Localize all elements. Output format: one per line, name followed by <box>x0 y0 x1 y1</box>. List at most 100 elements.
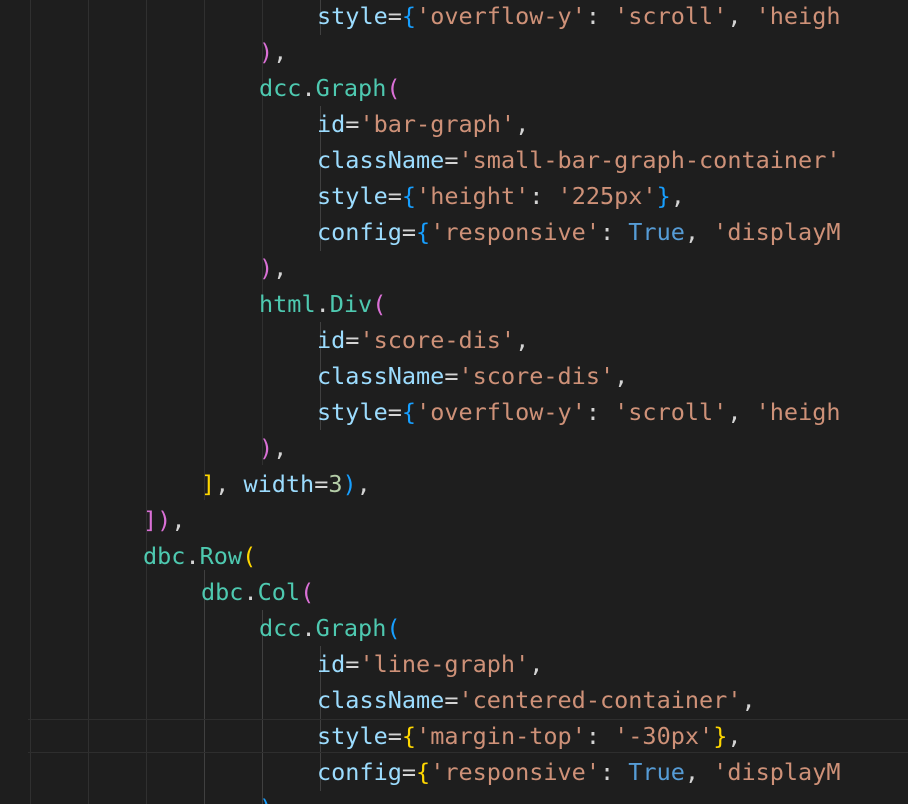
code-token: Col <box>257 578 301 606</box>
code-token: 'centered-container' <box>458 686 742 714</box>
code-token: id <box>317 650 346 678</box>
code-token: style <box>317 182 388 210</box>
code-token: 'heigh <box>755 2 841 30</box>
code-line[interactable]: className='centered-container', <box>317 682 756 718</box>
code-token: = <box>387 2 402 30</box>
code-token: html <box>259 290 316 318</box>
indent-guide <box>88 0 89 804</box>
code-line[interactable]: html.Div( <box>259 286 386 322</box>
code-token: = <box>387 182 402 210</box>
code-token: dbc <box>143 542 186 570</box>
code-token: : <box>529 182 558 210</box>
code-token: = <box>345 650 360 678</box>
code-token: className <box>317 686 445 714</box>
code-line[interactable]: style={'overflow-y': 'scroll', 'heigh <box>317 0 841 34</box>
code-token: ) <box>259 254 274 282</box>
code-token: ( <box>242 542 257 570</box>
indent-guide <box>204 0 205 500</box>
code-token: Graph <box>315 614 387 642</box>
code-token: config <box>317 218 402 246</box>
code-token: = <box>387 722 402 750</box>
code-line[interactable]: style={'overflow-y': 'scroll', 'heigh <box>317 394 841 430</box>
code-token: ( <box>386 614 401 642</box>
code-token: = <box>387 398 402 426</box>
code-line[interactable]: id='line-graph', <box>317 646 543 682</box>
code-token: 'score-dis' <box>458 362 615 390</box>
code-token: , <box>515 326 530 354</box>
code-token: 'bar-graph' <box>359 110 516 138</box>
code-line[interactable]: dcc.Graph( <box>259 610 401 646</box>
code-editor[interactable]: style={'overflow-y': 'scroll', 'heigh), d… <box>0 0 908 804</box>
code-token: , <box>727 722 742 750</box>
code-token: , <box>614 362 629 390</box>
code-token: . <box>243 578 258 606</box>
code-line[interactable]: ), <box>259 34 287 70</box>
code-token: , <box>273 434 288 462</box>
code-line[interactable]: config={'responsive': True, 'displayM <box>317 214 841 250</box>
code-token: 'scroll' <box>614 398 728 426</box>
code-line[interactable]: dcc.Graph( <box>259 70 401 106</box>
code-line[interactable]: className='small-bar-graph-container' <box>317 142 841 178</box>
code-token: ) <box>259 434 274 462</box>
code-token: dcc <box>259 614 302 642</box>
code-token: width <box>243 470 315 498</box>
code-token: 'responsive' <box>430 758 600 786</box>
code-token: , <box>273 38 288 66</box>
code-token: True <box>628 218 685 246</box>
code-line[interactable]: className='score-dis', <box>317 358 628 394</box>
code-token: ( <box>300 578 315 606</box>
code-token: . <box>185 542 200 570</box>
code-line[interactable]: ], width=3), <box>201 466 371 502</box>
code-token: , <box>684 758 714 786</box>
code-token: , <box>273 254 288 282</box>
code-line[interactable]: ) <box>259 790 273 804</box>
code-line[interactable]: style={'height': '225px'}, <box>317 178 685 214</box>
code-token: 'responsive' <box>430 218 600 246</box>
code-token: ] <box>201 470 216 498</box>
code-line[interactable]: dbc.Row( <box>143 538 256 574</box>
code-token: id <box>317 110 346 138</box>
indent-guide <box>30 0 31 804</box>
code-token: , <box>727 2 756 30</box>
code-token: , <box>727 398 756 426</box>
code-token: 'small-bar-graph-container' <box>458 146 841 174</box>
code-token: style <box>317 722 388 750</box>
code-token: ) <box>259 794 273 804</box>
code-line[interactable]: ), <box>259 430 287 466</box>
code-token: = <box>345 110 360 138</box>
code-token: , <box>670 182 685 210</box>
code-token: 'heigh <box>755 398 841 426</box>
code-token: , <box>356 470 371 498</box>
code-line[interactable]: ]), <box>143 502 185 538</box>
code-token: = <box>401 218 417 246</box>
indent-guide <box>146 0 147 804</box>
code-token: = <box>345 326 360 354</box>
code-token: { <box>401 2 417 30</box>
code-token: 'displayM <box>713 218 841 246</box>
code-line[interactable]: id='score-dis', <box>317 322 529 358</box>
code-token: '225px' <box>557 182 657 210</box>
code-line[interactable]: ), <box>259 250 287 286</box>
code-token: , <box>215 470 244 498</box>
code-line[interactable]: style={'margin-top': '-30px'}, <box>317 718 742 754</box>
code-token: Graph <box>315 74 387 102</box>
code-token: = <box>444 686 459 714</box>
code-token: className <box>317 362 445 390</box>
code-token: className <box>317 146 445 174</box>
code-token: Row <box>199 542 243 570</box>
code-token: 'height' <box>416 182 530 210</box>
code-token: } <box>713 722 728 750</box>
code-token: ) <box>259 38 274 66</box>
code-line[interactable]: config={'responsive': True, 'displayM <box>317 754 841 790</box>
code-token: dcc <box>259 74 302 102</box>
code-line[interactable]: id='bar-graph', <box>317 106 529 142</box>
code-token: { <box>401 398 417 426</box>
code-token: } <box>656 182 671 210</box>
code-token: = <box>444 146 459 174</box>
code-token: 'score-dis' <box>359 326 516 354</box>
code-token: Div <box>329 290 373 318</box>
code-token: . <box>315 290 330 318</box>
code-line[interactable]: dbc.Col( <box>201 574 314 610</box>
code-token: ( <box>386 74 401 102</box>
code-token: ( <box>372 290 387 318</box>
